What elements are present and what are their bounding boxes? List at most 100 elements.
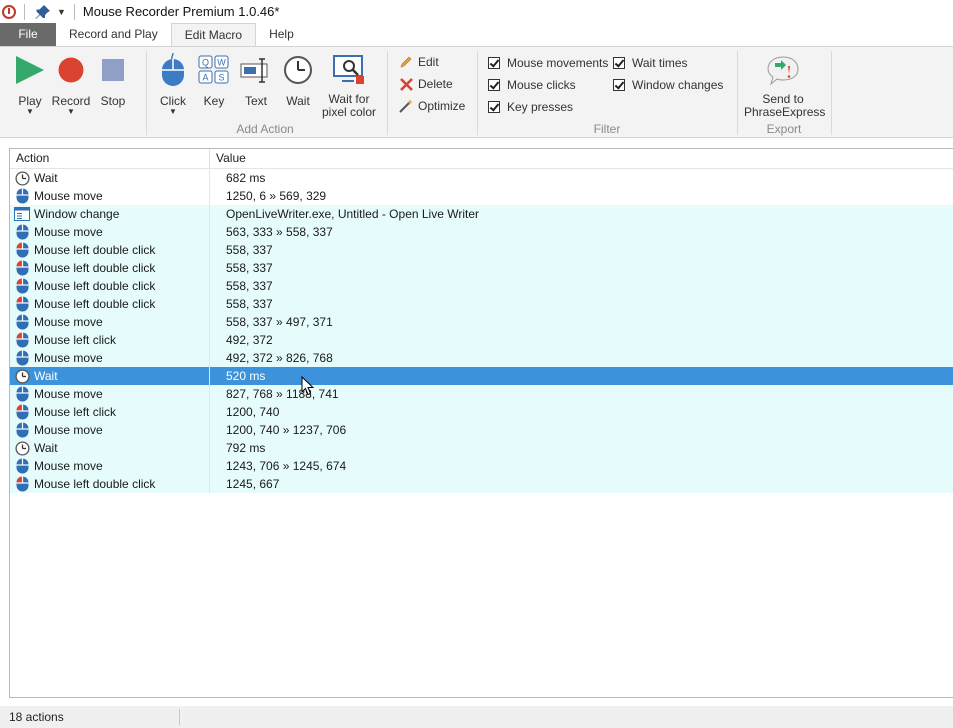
mouse-icon [162,53,184,86]
filter-mouse-clicks-checkbox[interactable]: Mouse clicks [488,77,576,93]
tab-file[interactable]: File [0,23,56,46]
record-dropdown-icon: ▼ [67,107,75,116]
title-separator [24,3,25,20]
play-icon [16,56,44,84]
edit-button[interactable]: Edit [398,53,439,71]
row-value: 1245, 667 [226,477,280,491]
list-item[interactable]: Wait 792 ms [10,439,953,457]
list-item[interactable]: Mouse move 1200, 740 » 1237, 706 [10,421,953,439]
list-item[interactable]: Mouse move 558, 337 » 497, 371 [10,313,953,331]
key-label: Key [203,94,225,108]
clock-icon [14,440,30,456]
mouse-cursor-icon [301,376,315,396]
list-item[interactable]: Mouse left double click 558, 337 [10,241,953,259]
row-action: Mouse move [34,387,103,401]
group-separator [477,51,478,135]
record-button[interactable]: Record ▼ [51,53,91,116]
app-icon[interactable] [2,4,16,19]
add-action-group-label: Add Action [236,122,294,136]
filter-key-presses-checkbox[interactable]: Key presses [488,99,573,115]
quick-access-dropdown-icon[interactable]: ▼ [57,7,66,17]
filter-group-label: Filter [593,122,621,136]
checkbox-checked-icon [488,57,500,69]
tab-help[interactable]: Help [256,23,307,46]
record-icon [58,57,84,83]
clock-icon [284,56,312,84]
filter-window-changes-checkbox[interactable]: Window changes [613,77,723,93]
action-count: 18 actions [9,710,64,724]
list-item[interactable]: Mouse move 827, 768 » 1188, 741 [10,385,953,403]
tab-record-and-play[interactable]: Record and Play [56,23,171,46]
list-item[interactable]: Mouse left double click 558, 337 [10,277,953,295]
text-label: Text [244,94,267,108]
filter-mouse-movements-checkbox[interactable]: Mouse movements [488,55,608,71]
filter-wait-times-checkbox[interactable]: Wait times [613,55,688,71]
column-header-value[interactable]: Value [210,149,246,168]
stop-label: Stop [100,94,126,108]
mouse-left-icon [14,476,30,492]
clock-icon [14,170,30,186]
list-item[interactable]: Mouse left double click 558, 337 [10,259,953,277]
list-item[interactable]: Mouse move 1250, 6 » 569, 329 [10,187,953,205]
row-action: Wait [34,441,58,455]
list-item[interactable]: Window change OpenLiveWriter.exe, Untitle… [10,205,953,223]
mouse-icon [14,224,30,240]
phraseexpress-icon [767,56,799,86]
wait-button[interactable]: Wait [281,53,315,108]
list-item[interactable]: Mouse left click 1200, 740 [10,403,953,421]
play-button[interactable]: Play ▼ [10,53,50,116]
stop-button[interactable]: Stop [94,53,132,108]
row-value: 827, 768 » 1188, 741 [226,387,339,401]
list-item[interactable]: Mouse left double click 558, 337 [10,295,953,313]
list-item[interactable]: Mouse left double click 1245, 667 [10,475,953,493]
row-action: Wait [34,369,58,383]
list-rows: Wait 682 ms Mouse move 1250, 6 » 569, 329 Wi… [10,169,953,493]
key-icon-letter: Q [202,58,209,68]
list-item[interactable]: Mouse left click 492, 372 [10,331,953,349]
row-action: Mouse left click [34,405,117,419]
tab-edit-macro[interactable]: Edit Macro [170,23,257,46]
ribbon-tabs: File Record and Play Edit Macro Help [0,23,953,46]
delete-label: Delete [418,77,453,91]
pin-icon[interactable] [35,4,51,20]
mouse-left-icon [14,242,30,258]
row-value: 558, 337 [226,279,273,293]
row-action: Mouse move [34,189,103,203]
column-header-action[interactable]: Action [10,149,210,168]
window-icon [14,206,30,222]
key-button[interactable]: Q W A S Key [197,53,231,108]
row-action: Mouse move [34,315,103,329]
window-title: Mouse Recorder Premium 1.0.46* [82,4,280,19]
delete-button[interactable]: Delete [398,75,453,93]
list-item[interactable]: Mouse move 1243, 706 » 1245, 674 [10,457,953,475]
wait-for-pixel-color-button[interactable]: Wait for pixel color [320,53,378,119]
row-value: 792 ms [226,441,266,455]
ribbon: Play ▼ Record ▼ Stop Click ▼ Q W A S Key… [0,46,953,138]
row-value: 492, 372 [226,333,273,347]
row-value: 558, 337 [226,297,273,311]
title-separator [73,3,75,20]
list-item[interactable]: Mouse move 563, 333 » 558, 337 [10,223,953,241]
filter-mouse-clicks-label: Mouse clicks [507,78,576,92]
mouse-left-icon [14,332,30,348]
list-item[interactable]: Mouse move 492, 372 » 826, 768 [10,349,953,367]
mouse-icon [14,458,30,474]
send-to-phraseexpress-button[interactable]: Send to PhraseExpress [744,53,825,119]
row-action: Mouse left double click [34,243,156,257]
click-button[interactable]: Click ▼ [155,53,191,116]
mouse-left-icon [14,404,30,420]
key-icon-letter: A [202,73,208,83]
list-item[interactable]: Wait 520 ms [10,367,953,385]
text-button[interactable]: Text [239,53,273,108]
mouse-left-icon [14,296,30,312]
pixel-color-icon [333,55,364,84]
filter-wait-times-label: Wait times [632,56,688,70]
status-separator [179,709,180,725]
list-item[interactable]: Wait 682 ms [10,169,953,187]
row-value: 1250, 6 » 569, 329 [226,189,327,203]
optimize-button[interactable]: Optimize [398,97,465,115]
macro-action-list[interactable]: Action Value Wait 682 ms Mouse move 1250, 6… [9,148,953,698]
mouse-left-icon [14,278,30,294]
checkbox-checked-icon [488,101,500,113]
mouse-left-icon [14,260,30,276]
